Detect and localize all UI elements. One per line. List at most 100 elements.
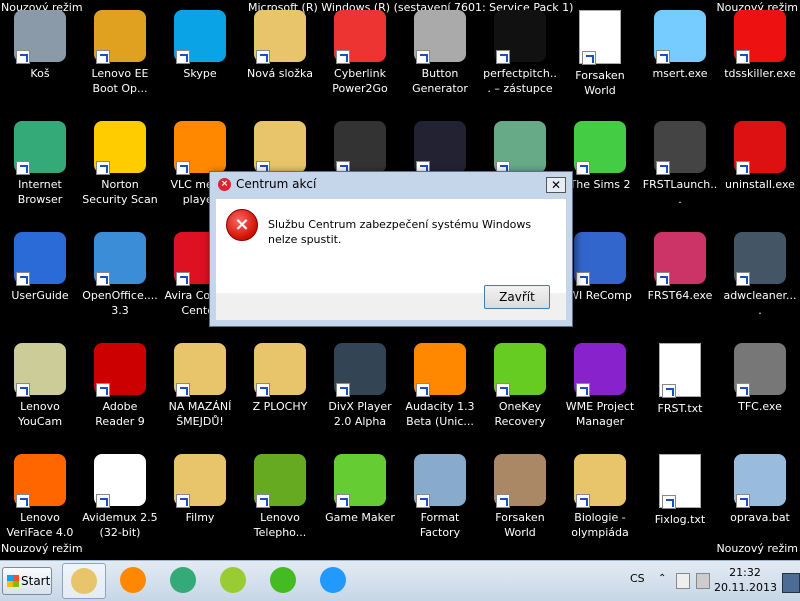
clock-date[interactable]: 20.11.2013 — [714, 581, 777, 594]
text-file-icon — [659, 343, 701, 398]
windows-icon — [220, 567, 246, 593]
desktop-icon[interactable]: Internet Browser — [0, 115, 80, 223]
dialog-close-button[interactable]: ✕ — [546, 177, 566, 193]
desktop-icon-label: tdsskiller.exe — [724, 67, 796, 80]
desktop-icon-label: Format Factory — [419, 511, 461, 539]
shortcut-arrow-icon — [656, 50, 670, 64]
shortcut-arrow-icon — [662, 495, 676, 509]
openoffice-icon — [94, 232, 146, 286]
desktop-icon[interactable]: Avidemux 2.5 (32-bit) — [80, 448, 160, 556]
desktop-icon[interactable]: Lenovo EE Boot Op... — [80, 4, 160, 112]
desktop-icon[interactable]: Audacity 1.3 Beta (Unic... — [400, 337, 480, 445]
ie-icon — [320, 567, 346, 593]
desktop-icon-label: WME Project Manager — [565, 400, 635, 428]
desktop-icon[interactable]: Lenovo YouCam — [0, 337, 80, 445]
action-center-flag-icon[interactable] — [676, 573, 690, 589]
desktop-icon[interactable]: Forsaken World — [480, 448, 560, 556]
desktop-icon[interactable]: Cyberlink Power2Go — [320, 4, 400, 112]
desktop-icon[interactable]: Skype — [160, 4, 240, 112]
norton-icon — [94, 121, 146, 175]
desktop-icon[interactable]: NA MAZÁNÍ ŠMEJDŮ! — [160, 337, 240, 445]
desktop-icon[interactable]: Format Factory — [400, 448, 480, 556]
button-generator-icon — [414, 10, 466, 64]
tray-expand-icon[interactable]: ⌃ — [658, 573, 666, 584]
shortcut-arrow-icon — [416, 383, 430, 397]
desktop-icon[interactable]: tdsskiller.exe — [720, 4, 800, 112]
text-file-icon — [659, 454, 701, 509]
desktop-icon[interactable]: Game Maker — [320, 448, 400, 556]
desktop-icon[interactable]: FRST.txt — [640, 337, 720, 445]
folder-icon — [174, 343, 226, 397]
adobe-reader-icon — [94, 343, 146, 397]
desktop-icon[interactable]: perfectpitch... – zástupce — [480, 4, 560, 112]
desktop-icon-label: Skype — [183, 67, 217, 80]
start-label: Start — [21, 574, 51, 588]
language-indicator[interactable]: CS — [630, 572, 645, 585]
desktop-icon-label: Adobe Reader 9 — [95, 400, 145, 428]
desktop-icon-label: FRST64.exe — [647, 289, 713, 302]
desktop-icon[interactable]: Koš — [0, 4, 80, 112]
desktop-icon-label: perfectpitch... – zástupce — [483, 67, 557, 95]
desktop-icon[interactable]: FRST64.exe — [640, 226, 720, 334]
shortcut-arrow-icon — [656, 272, 670, 286]
taskbar-icq-button[interactable] — [262, 563, 306, 599]
tfc-icon — [734, 343, 786, 397]
shortcut-arrow-icon — [96, 50, 110, 64]
desktop-icon[interactable]: WME Project Manager — [560, 337, 640, 445]
recycle-bin-icon — [14, 10, 66, 64]
desktop-icon[interactable]: TFC.exe — [720, 337, 800, 445]
desktop-icon[interactable]: Z PLOCHY — [240, 337, 320, 445]
desktop-icon[interactable]: uninstall.exe — [720, 115, 800, 223]
folder-icon — [254, 343, 306, 397]
desktop-icon[interactable]: msert.exe — [640, 4, 720, 112]
start-button[interactable]: Start — [2, 567, 52, 595]
shortcut-arrow-icon — [176, 272, 190, 286]
desktop-icon[interactable]: Adobe Reader 9 — [80, 337, 160, 445]
desktop-icon[interactable]: Biologie - olympiáda — [560, 448, 640, 556]
desktop-icon[interactable]: oprava.bat — [720, 448, 800, 556]
desktop-icon[interactable]: UserGuide — [0, 226, 80, 334]
desktop-icon[interactable]: OneKey Recovery — [480, 337, 560, 445]
wme-icon — [574, 343, 626, 397]
folder-icon — [174, 454, 226, 508]
taskbar-media-player-button[interactable] — [112, 563, 156, 599]
desktop-icon[interactable]: Norton Security Scan — [80, 115, 160, 223]
clock-time[interactable]: 21:32 — [714, 566, 776, 580]
desktop-icon[interactable]: FRSTLaunch... — [640, 115, 720, 223]
taskbar-explorer-button[interactable] — [62, 563, 106, 599]
desktop-icon-label: Internet Browser — [17, 178, 63, 206]
shortcut-arrow-icon — [256, 50, 270, 64]
adwcleaner-icon — [734, 232, 786, 286]
desktop-icon[interactable]: Lenovo Telepho... — [240, 448, 320, 556]
shortcut-arrow-icon — [96, 272, 110, 286]
desktop-icon[interactable]: Forsaken World — [560, 4, 640, 112]
taskbar-internet-explorer-button[interactable] — [312, 563, 356, 599]
dialog-title: Centrum akcí — [236, 177, 317, 191]
shortcut-arrow-icon — [176, 383, 190, 397]
desktop-icon[interactable]: Filmy — [160, 448, 240, 556]
desktop-icon[interactable]: DivX Player 2.0 Alpha — [320, 337, 400, 445]
onekey-recovery-icon — [494, 343, 546, 397]
desktop-icon[interactable]: Button Generator — [400, 4, 480, 112]
error-icon: × — [226, 209, 258, 241]
desktop-icon-label: OneKey Recovery — [494, 400, 546, 428]
show-desktop-button[interactable] — [782, 573, 800, 593]
chrome-icon — [170, 567, 196, 593]
shortcut-arrow-icon — [736, 272, 750, 286]
desktop-icon[interactable]: Lenovo VeriFace 4.0 — [0, 448, 80, 556]
desktop-icon[interactable]: OpenOffice.... 3.3 — [80, 226, 160, 334]
desktop-icon[interactable]: Fixlog.txt — [640, 448, 720, 556]
recomp-icon — [574, 232, 626, 286]
close-button[interactable]: Zavřít — [484, 285, 550, 309]
desktop-icon-label: OpenOffice.... 3.3 — [82, 289, 158, 317]
desktop-icon[interactable]: Nová složka — [240, 4, 320, 112]
desktop-icon[interactable]: adwcleaner.... — [720, 226, 800, 334]
shortcut-arrow-icon — [176, 494, 190, 508]
shortcut-icon — [494, 10, 546, 64]
shortcut-arrow-icon — [736, 383, 750, 397]
action-center-dialog: × Centrum akcí ✕ × Službu Centrum zabezpe… — [209, 171, 573, 327]
dialog-message: Službu Centrum zabezpečení systému Windo… — [268, 218, 532, 246]
taskbar-chrome-button[interactable] — [162, 563, 206, 599]
volume-muted-icon[interactable] — [696, 573, 710, 589]
taskbar-windows-button[interactable] — [212, 563, 256, 599]
